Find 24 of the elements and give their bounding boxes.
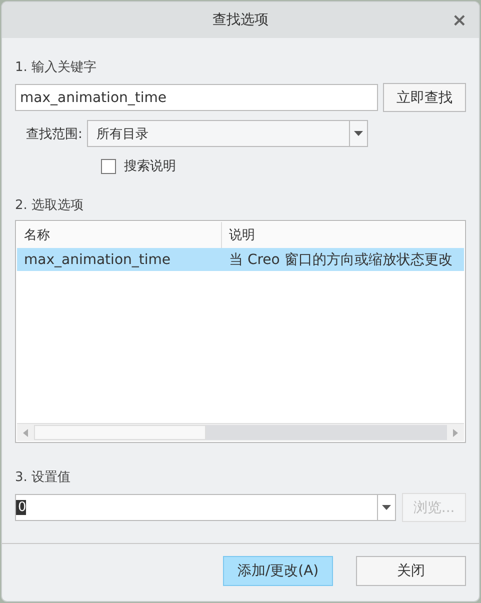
section-label: 2. 选取选项 — [15, 197, 85, 215]
caret-icon — [382, 505, 392, 510]
section-label: 3. 设置值 — [15, 469, 72, 487]
scroll-left-icon[interactable] — [23, 428, 28, 436]
checkbox-label: 搜索说明 — [124, 158, 176, 175]
horizontal-scrollbar[interactable] — [17, 423, 464, 441]
checkbox[interactable] — [101, 158, 116, 174]
close-dialog-button[interactable]: 关闭 — [356, 556, 466, 586]
section-label: 1. 输入关键字 — [15, 59, 98, 77]
search-button[interactable]: 立即查找 — [383, 83, 466, 112]
table-row[interactable]: max_animation_time 当 Creo 窗口的方向或缩放状态更改 — [17, 248, 464, 271]
scope-label: 查找范围: — [26, 126, 82, 142]
close-button[interactable]: × — [452, 10, 467, 31]
scroll-thumb[interactable] — [34, 425, 206, 440]
table-cell-text: max_animation_time — [23, 252, 172, 268]
scroll-right-icon[interactable] — [453, 428, 458, 436]
keyword-field[interactable]: max_animation_time — [15, 84, 378, 111]
caret-icon — [354, 131, 364, 136]
add-button[interactable]: 添加/更改(A) — [223, 556, 333, 586]
table-cell-text: 当 Creo 窗口的方向或缩放状态更改 — [228, 250, 452, 268]
scope-dropdown[interactable]: 所有目录 — [87, 120, 368, 147]
window-title: 查找选项 — [212, 11, 268, 29]
column-header[interactable]: 说明 — [222, 226, 255, 244]
value-field[interactable]: 0 — [15, 494, 396, 521]
